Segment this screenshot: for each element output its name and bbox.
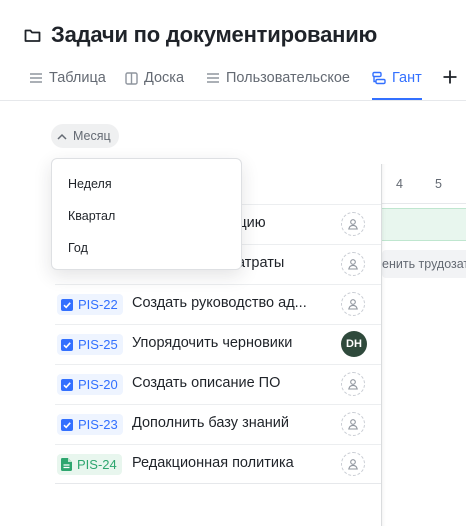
table-row[interactable]: PIS-25 Упорядочить черновики DH: [55, 324, 381, 364]
list-icon: [207, 73, 219, 83]
task-key-label: PIS-23: [78, 417, 118, 432]
checkbox-checked-icon: [61, 298, 73, 311]
task-name[interactable]: Создать описание ПО: [132, 375, 280, 391]
user-icon: [348, 419, 358, 430]
tab-label: Гант: [392, 70, 422, 86]
tab-label: Таблица: [49, 70, 106, 86]
plus-icon: [443, 70, 457, 84]
task-name[interactable]: Редакционная политика: [132, 455, 294, 471]
time-scale-select[interactable]: Месяц: [51, 124, 119, 148]
dropdown-item-year[interactable]: Год: [68, 241, 88, 255]
time-scale-dropdown: Неделя Квартал Год: [51, 158, 242, 270]
assignee-placeholder[interactable]: [341, 212, 365, 236]
tab-label: Пользовательское: [226, 70, 350, 86]
page-header: Задачи по документированию: [24, 22, 377, 48]
task-key[interactable]: PIS-25: [57, 334, 123, 355]
task-name[interactable]: Создать руководство ад...: [132, 295, 307, 311]
tab-table[interactable]: Таблица: [29, 58, 106, 98]
task-name[interactable]: атраты: [237, 255, 284, 271]
gantt-task-hint[interactable]: енить трудозат: [382, 250, 466, 278]
table-row[interactable]: PIS-23 Дополнить базу знаний: [55, 404, 381, 444]
list-icon: [30, 73, 42, 83]
task-key-label: PIS-20: [78, 377, 118, 392]
gantt-icon: [372, 71, 386, 85]
tab-board[interactable]: Доска: [125, 58, 184, 98]
avatar[interactable]: DH: [341, 331, 367, 357]
task-name[interactable]: Упорядочить черновики: [132, 335, 292, 351]
user-icon: [348, 219, 358, 230]
page-title: Задачи по документированию: [51, 22, 378, 47]
user-icon: [348, 299, 358, 310]
checkbox-checked-icon: [61, 418, 73, 431]
task-name[interactable]: Дополнить базу знаний: [132, 415, 289, 431]
view-tabs: Таблица Доска Пользовательское Гант: [0, 58, 466, 101]
user-icon: [348, 459, 358, 470]
task-key-label: PIS-25: [78, 337, 118, 352]
gantt-header-divider: [382, 203, 466, 204]
task-key-label: PIS-24: [77, 457, 117, 472]
document-icon: [61, 458, 72, 471]
task-key[interactable]: PIS-24: [57, 454, 122, 475]
tab-label: Доска: [144, 70, 185, 86]
assignee-placeholder[interactable]: [341, 252, 365, 276]
checkbox-checked-icon: [61, 338, 73, 351]
dropdown-item-quarter[interactable]: Квартал: [68, 209, 115, 223]
table-row[interactable]: PIS-20 Создать описание ПО: [55, 364, 381, 404]
folder-icon: [24, 27, 41, 44]
gantt-day: 4: [396, 177, 403, 191]
checkbox-checked-icon: [61, 378, 73, 391]
add-view-button[interactable]: [440, 66, 460, 88]
assignee-placeholder[interactable]: [341, 372, 365, 396]
user-icon: [348, 379, 358, 390]
table-bottom-border: [55, 483, 381, 484]
task-key-label: PIS-22: [78, 297, 118, 312]
gantt-day: 5: [435, 177, 442, 191]
tab-gantt[interactable]: Гант: [372, 58, 422, 100]
table-row[interactable]: PIS-22 Создать руководство ад...: [55, 284, 381, 324]
time-scale-label: Месяц: [73, 129, 111, 143]
gantt-hint-text: енить трудозат: [382, 257, 466, 271]
chevron-up-icon: [57, 133, 67, 140]
assignee-placeholder[interactable]: [341, 452, 365, 476]
task-key[interactable]: PIS-20: [57, 374, 123, 395]
assignee-placeholder[interactable]: [341, 412, 365, 436]
user-icon: [348, 259, 358, 270]
task-key[interactable]: PIS-22: [57, 294, 123, 315]
table-row[interactable]: PIS-24 Редакционная политика: [55, 444, 381, 484]
dropdown-item-week[interactable]: Неделя: [68, 177, 112, 191]
tab-custom[interactable]: Пользовательское: [206, 58, 350, 98]
task-key[interactable]: PIS-23: [57, 414, 123, 435]
board-icon: [125, 71, 138, 85]
assignee-placeholder[interactable]: [341, 292, 365, 316]
gantt-task-bar[interactable]: [382, 208, 466, 241]
